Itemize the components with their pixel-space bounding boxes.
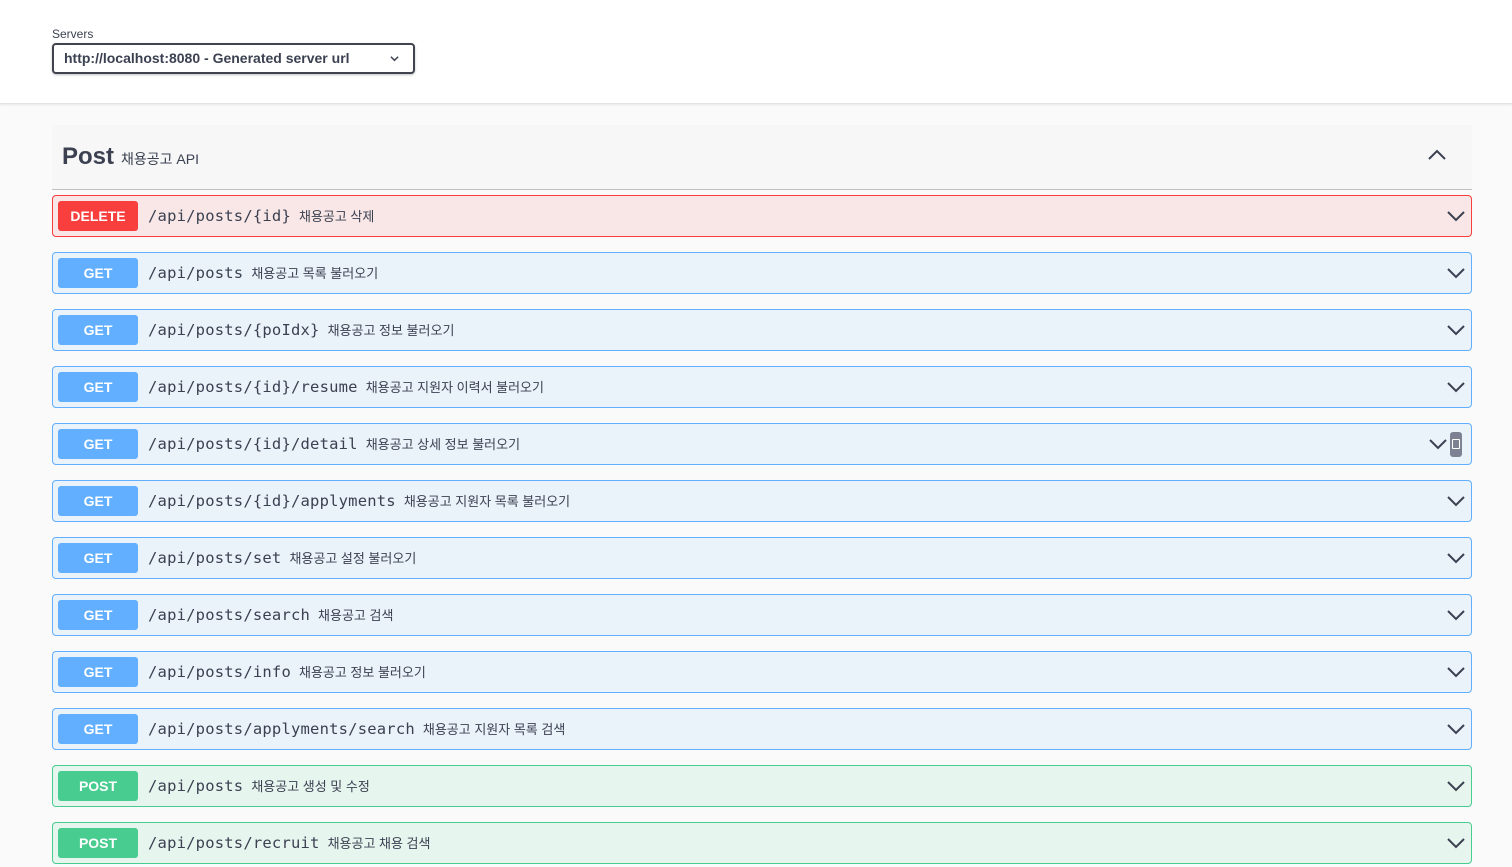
operation-summary: 채용공고 정보 불러오기: [298, 665, 426, 680]
operation-path: /api/posts/{id}/applyments: [148, 492, 396, 510]
tag-section-post: Post 채용공고 API: [52, 125, 1472, 190]
copy-glyph: [1452, 439, 1460, 449]
operation-path: /api/posts/{poIdx}: [148, 321, 320, 339]
operation-title: /api/posts/{poIdx} 채용공고 정보 불러오기: [148, 320, 454, 340]
chevron-down-icon[interactable]: [1447, 609, 1465, 621]
tag-description: 채용공고 API: [121, 151, 199, 167]
chevron-down-icon[interactable]: [1447, 324, 1465, 336]
chevron-down-icon[interactable]: [1447, 666, 1465, 678]
servers-label: Servers: [52, 27, 94, 41]
chevron-down-icon[interactable]: [1447, 495, 1465, 507]
operation-path: /api/posts/{id}/resume: [148, 378, 358, 396]
operation-title: /api/posts/info 채용공고 정보 불러오기: [148, 662, 426, 682]
method-badge: GET: [58, 315, 138, 345]
servers-bar: Servers http://localhost:8080 - Generate…: [0, 0, 1512, 104]
operation-summary: 채용공고 지원자 목록 불러오기: [403, 494, 571, 509]
server-select-value: http://localhost:8080 - Generated server…: [64, 50, 350, 66]
chevron-down-icon[interactable]: [1447, 552, 1465, 564]
operation-path: /api/posts/{id}: [148, 207, 291, 225]
operation-title: /api/posts/search 채용공고 검색: [148, 605, 393, 625]
operation-get[interactable]: GET/api/posts/{id}/resume 채용공고 지원자 이력서 불러…: [52, 366, 1472, 408]
method-badge: GET: [58, 372, 138, 402]
operation-summary: 채용공고 설정 불러오기: [289, 551, 417, 566]
tag-header[interactable]: Post 채용공고 API: [52, 125, 1472, 190]
operation-path: /api/posts/{id}/detail: [148, 435, 358, 453]
method-badge: POST: [58, 828, 138, 858]
operation-path: /api/posts/search: [148, 606, 311, 624]
method-badge: GET: [58, 600, 138, 630]
operation-title: /api/posts/{id} 채용공고 삭제: [148, 206, 374, 226]
method-badge: GET: [58, 486, 138, 516]
operation-summary: 채용공고 상세 정보 불러오기: [365, 437, 521, 452]
operation-summary: 채용공고 검색: [318, 608, 394, 623]
chevron-down-icon: [390, 56, 399, 62]
method-badge: GET: [58, 258, 138, 288]
operation-get[interactable]: GET/api/posts/{id}/applyments 채용공고 지원자 목록…: [52, 480, 1472, 522]
operation-title: /api/posts/recruit 채용공고 채용 검색: [148, 833, 430, 853]
operation-path: /api/posts/recruit: [148, 834, 320, 852]
operation-get[interactable]: GET/api/posts/{id}/detail 채용공고 상세 정보 불러오기: [52, 423, 1472, 465]
operation-title: /api/posts/{id}/resume 채용공고 지원자 이력서 불러오기: [148, 377, 544, 397]
method-badge: GET: [58, 429, 138, 459]
chevron-down-icon[interactable]: [1447, 780, 1465, 792]
operation-path: /api/posts/set: [148, 549, 282, 567]
method-badge: GET: [58, 714, 138, 744]
operation-post[interactable]: POST/api/posts 채용공고 생성 및 수정: [52, 765, 1472, 807]
operation-summary: 채용공고 정보 불러오기: [327, 323, 455, 338]
operation-get[interactable]: GET/api/posts/search 채용공고 검색: [52, 594, 1472, 636]
operation-get[interactable]: GET/api/posts/{poIdx} 채용공고 정보 불러오기: [52, 309, 1472, 351]
operation-path: /api/posts/applyments/search: [148, 720, 415, 738]
operation-summary: 채용공고 목록 불러오기: [251, 266, 379, 281]
operation-path: /api/posts: [148, 777, 244, 795]
copy-icon[interactable]: [1450, 432, 1462, 457]
operation-get[interactable]: GET/api/posts/set 채용공고 설정 불러오기: [52, 537, 1472, 579]
chevron-down-icon[interactable]: [1447, 210, 1465, 222]
chevron-down-icon[interactable]: [1447, 723, 1465, 735]
operation-summary: 채용공고 채용 검색: [327, 836, 431, 851]
operation-get[interactable]: GET/api/posts/applyments/search 채용공고 지원자 …: [52, 708, 1472, 750]
operation-summary: 채용공고 생성 및 수정: [251, 779, 370, 794]
operation-get[interactable]: GET/api/posts/info 채용공고 정보 불러오기: [52, 651, 1472, 693]
chevron-down-icon[interactable]: [1447, 381, 1465, 393]
server-select[interactable]: http://localhost:8080 - Generated server…: [52, 43, 415, 74]
operation-path: /api/posts: [148, 264, 244, 282]
operation-get[interactable]: GET/api/posts 채용공고 목록 불러오기: [52, 252, 1472, 294]
method-badge: GET: [58, 543, 138, 573]
chevron-down-icon[interactable]: [1429, 438, 1447, 450]
method-badge: GET: [58, 657, 138, 687]
operation-summary: 채용공고 삭제: [298, 209, 375, 224]
operation-title: /api/posts 채용공고 목록 불러오기: [148, 263, 378, 283]
chevron-down-icon[interactable]: [1447, 837, 1465, 849]
operation-title: /api/posts/applyments/search 채용공고 지원자 목록 …: [148, 719, 565, 739]
operation-summary: 채용공고 지원자 이력서 불러오기: [365, 380, 544, 395]
operation-delete[interactable]: DELETE/api/posts/{id} 채용공고 삭제: [52, 195, 1472, 237]
operation-title: /api/posts/set 채용공고 설정 불러오기: [148, 548, 416, 568]
operation-summary: 채용공고 지원자 목록 검색: [422, 722, 566, 737]
operation-title: /api/posts/{id}/applyments 채용공고 지원자 목록 불러…: [148, 491, 570, 511]
method-badge: POST: [58, 771, 138, 801]
operation-post[interactable]: POST/api/posts/recruit 채용공고 채용 검색: [52, 822, 1472, 864]
operation-title: /api/posts/{id}/detail 채용공고 상세 정보 불러오기: [148, 434, 520, 454]
operation-path: /api/posts/info: [148, 663, 291, 681]
tag-name: Post: [62, 143, 115, 170]
chevron-down-icon[interactable]: [1447, 267, 1465, 279]
chevron-up-icon[interactable]: [1428, 149, 1446, 161]
operation-title: /api/posts 채용공고 생성 및 수정: [148, 776, 370, 796]
method-badge: DELETE: [58, 201, 138, 231]
